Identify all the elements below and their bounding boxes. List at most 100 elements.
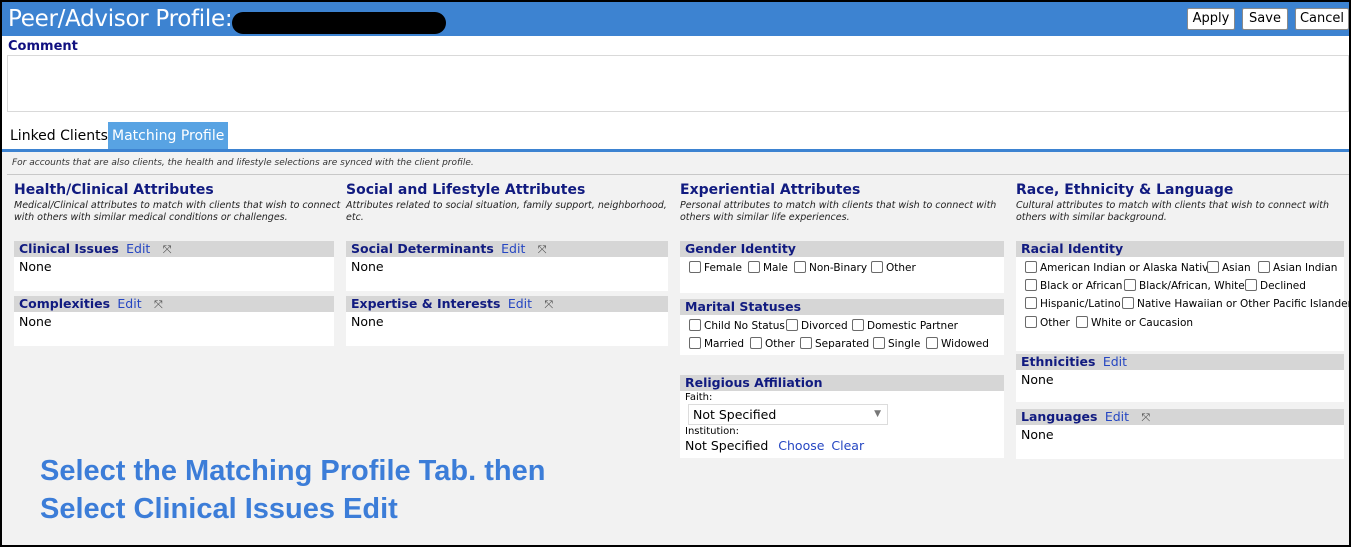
checkbox[interactable] [1124, 279, 1136, 291]
gender-option[interactable]: Male [748, 261, 788, 274]
marital-option[interactable]: Divorced [786, 319, 848, 332]
expand-arrows-icon[interactable]: ⤧ [544, 297, 553, 313]
experiential-title: Experiential Attributes [680, 182, 861, 198]
divider [7, 174, 1349, 175]
social-lifestyle-title: Social and Lifestyle Attributes [346, 182, 586, 198]
window-title: Peer/Advisor Profile: [8, 6, 233, 32]
marital-option[interactable]: Single [873, 337, 920, 350]
checkbox[interactable] [750, 337, 762, 349]
expand-arrows-icon[interactable]: ⤧ [538, 242, 547, 258]
marital-option[interactable]: Child No Status [689, 319, 785, 332]
languages-label: Languages [1021, 409, 1098, 424]
expertise-interests-panel: Expertise & Interests Edit ⤧ None [346, 296, 668, 346]
complexities-panel: Complexities Edit ⤧ None [14, 296, 334, 346]
ethnicities-label: Ethnicities [1021, 354, 1096, 369]
languages-value: None [1021, 427, 1054, 442]
checkbox[interactable] [689, 337, 701, 349]
checkbox[interactable] [1025, 316, 1037, 328]
race-ethnicity-title: Race, Ethnicity & Language [1016, 182, 1234, 198]
clinical-issues-edit-link[interactable]: Edit [126, 241, 150, 256]
cancel-button[interactable]: Cancel [1295, 8, 1349, 30]
languages-header: Languages Edit ⤧ [1016, 409, 1344, 425]
marital-option[interactable]: Separated [800, 337, 869, 350]
ethnicities-value: None [1021, 372, 1054, 387]
marital-option[interactable]: Domestic Partner [852, 319, 958, 332]
marital-option[interactable]: Married [689, 337, 744, 350]
languages-panel: Languages Edit ⤧ None [1016, 409, 1344, 459]
checkbox[interactable] [800, 337, 812, 349]
gender-option[interactable]: Other [871, 261, 916, 274]
checkbox[interactable] [786, 319, 798, 331]
complexities-label: Complexities [19, 296, 111, 311]
tab-matching-profile[interactable]: Matching Profile [108, 122, 229, 149]
racial-option[interactable]: Native Hawaiian or Other Pacific Islande… [1122, 297, 1351, 310]
racial-identity-panel: Racial Identity [1016, 241, 1344, 351]
expand-arrows-icon[interactable]: ⤧ [1141, 410, 1150, 426]
racial-option[interactable]: Hispanic/Latino [1025, 297, 1121, 310]
racial-option[interactable]: Black or African [1025, 279, 1122, 292]
checkbox[interactable] [871, 261, 883, 273]
social-determinants-value: None [351, 259, 384, 274]
tab-strip: Linked Clients Matching Profile [2, 122, 1349, 152]
checkbox[interactable] [1245, 279, 1257, 291]
checkbox[interactable] [1076, 316, 1088, 328]
racial-option[interactable]: White or Caucasion [1076, 316, 1193, 329]
expertise-interests-header: Expertise & Interests Edit ⤧ [346, 296, 668, 312]
expertise-interests-edit-link[interactable]: Edit [508, 296, 532, 311]
clinical-issues-header: Clinical Issues Edit ⤧ [14, 241, 334, 257]
expand-arrows-icon[interactable]: ⤧ [154, 297, 163, 313]
experiential-desc: Personal attributes to match with client… [680, 200, 997, 223]
expertise-interests-value: None [351, 314, 384, 329]
institution-choose-link[interactable]: Choose [778, 438, 824, 453]
sync-note: For accounts that are also clients, the … [12, 158, 474, 168]
racial-option[interactable]: Black/African, White [1124, 279, 1245, 292]
ethnicities-header: Ethnicities Edit [1016, 354, 1344, 370]
comment-label: Comment [8, 39, 78, 54]
checkbox[interactable] [926, 337, 938, 349]
social-determinants-edit-link[interactable]: Edit [501, 241, 525, 256]
checkbox[interactable] [873, 337, 885, 349]
redacted-name [232, 12, 446, 34]
racial-option[interactable]: Asian Indian [1258, 261, 1337, 274]
tab-linked-clients[interactable]: Linked Clients [6, 122, 112, 149]
chevron-down-icon: ▼ [874, 409, 881, 419]
gender-option[interactable]: Non-Binary [794, 261, 867, 274]
faith-select[interactable]: Not Specified ▼ [688, 404, 888, 425]
expertise-interests-label: Expertise & Interests [351, 296, 501, 311]
checkbox[interactable] [852, 319, 864, 331]
complexities-edit-link[interactable]: Edit [117, 296, 141, 311]
instruction-line-2: Select Clinical Issues Edit [40, 493, 398, 525]
racial-option[interactable]: American Indian or Alaska Native [1025, 261, 1215, 274]
instruction-line-1: Select the Matching Profile Tab. then [40, 455, 546, 487]
checkbox[interactable] [1025, 297, 1037, 309]
expand-arrows-icon[interactable]: ⤧ [163, 242, 172, 258]
checkbox[interactable] [1025, 261, 1037, 273]
social-determinants-header: Social Determinants Edit ⤧ [346, 241, 668, 257]
checkbox[interactable] [1025, 279, 1037, 291]
institution-label: Institution: [685, 426, 739, 437]
comment-textarea[interactable] [7, 55, 1349, 112]
religious-affiliation-header: Religious Affiliation [680, 375, 1004, 391]
checkbox[interactable] [1207, 261, 1219, 273]
marital-option[interactable]: Other [750, 337, 795, 350]
checkbox[interactable] [748, 261, 760, 273]
institution-value: Not Specified [685, 438, 769, 453]
institution-clear-link[interactable]: Clear [831, 438, 864, 453]
apply-button[interactable]: Apply [1187, 8, 1235, 30]
checkbox[interactable] [1122, 297, 1134, 309]
race-ethnicity-desc: Cultural attributes to match with client… [1016, 200, 1330, 223]
clinical-issues-label: Clinical Issues [19, 241, 119, 256]
marital-statuses-header: Marital Statuses [680, 299, 1004, 315]
gender-option[interactable]: Female [689, 261, 742, 274]
checkbox[interactable] [794, 261, 806, 273]
racial-option[interactable]: Asian [1207, 261, 1251, 274]
racial-option[interactable]: Declined [1245, 279, 1306, 292]
checkbox[interactable] [1258, 261, 1270, 273]
languages-edit-link[interactable]: Edit [1105, 409, 1129, 424]
checkbox[interactable] [689, 261, 701, 273]
racial-option[interactable]: Other [1025, 316, 1070, 329]
marital-option[interactable]: Widowed [926, 337, 989, 350]
ethnicities-edit-link[interactable]: Edit [1103, 354, 1127, 369]
save-button[interactable]: Save [1242, 8, 1288, 30]
checkbox[interactable] [689, 319, 701, 331]
